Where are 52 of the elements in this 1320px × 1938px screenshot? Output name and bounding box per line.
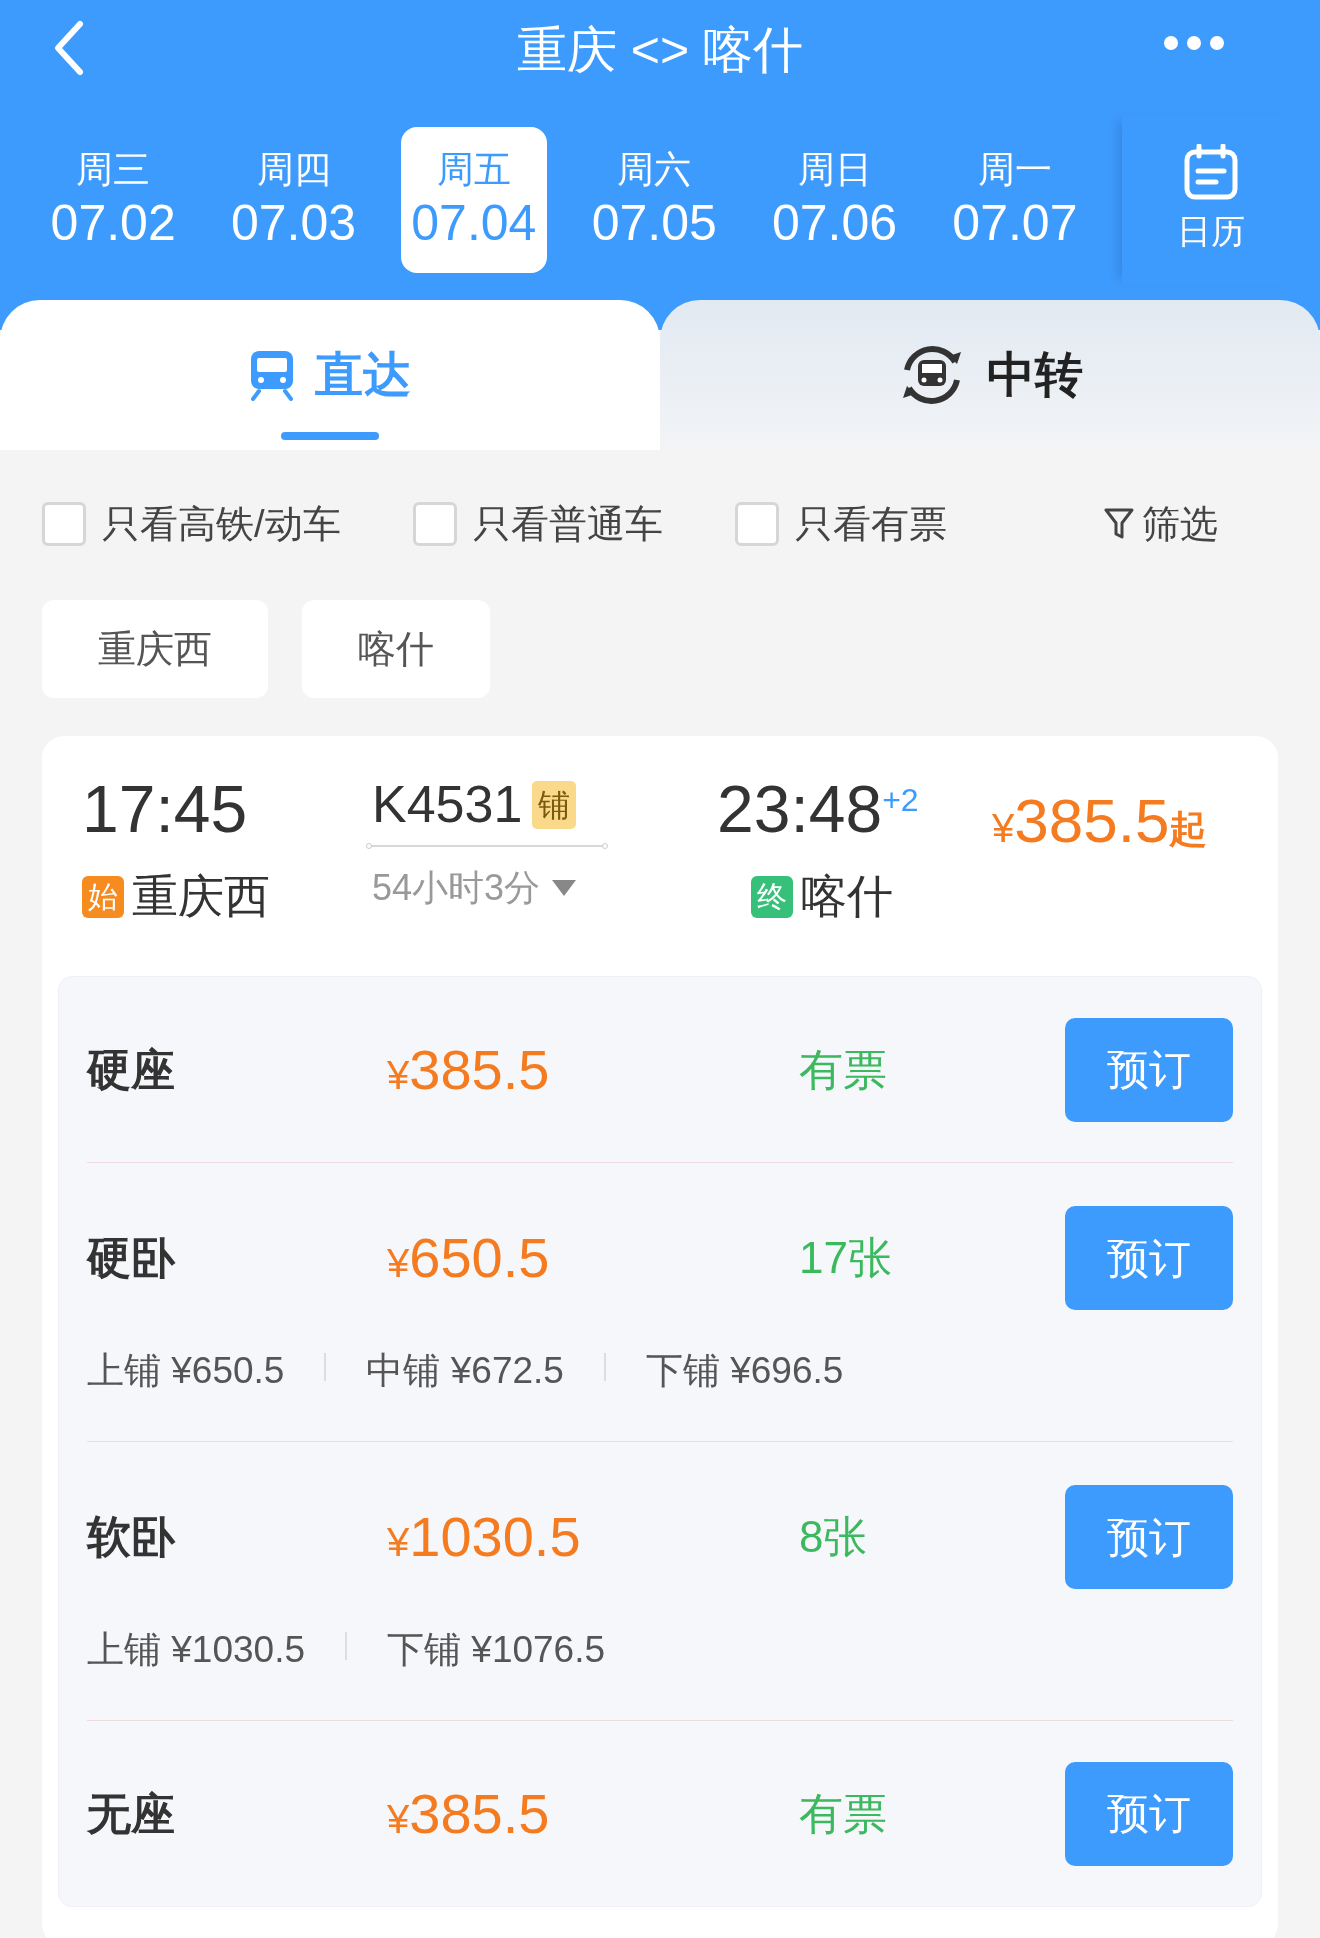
ticket-availability: 有票	[799, 1787, 888, 1840]
calendar-button[interactable]: 日历	[1122, 115, 1300, 285]
book-button[interactable]: 预订	[1065, 1017, 1233, 1122]
berth-price: 下铺 ¥696.5	[645, 1349, 844, 1393]
station-chip[interactable]: 喀什	[302, 600, 490, 698]
arrival-time: 23:48	[717, 776, 883, 842]
filter-checkbox[interactable]: 只看普通车	[412, 495, 663, 553]
seat-class: 硬座	[87, 1043, 176, 1096]
calendar-icon	[1184, 143, 1239, 200]
lowest-price: ¥385.5起	[992, 785, 1208, 857]
day-offset: +2	[882, 781, 919, 820]
date-tab[interactable]: 周五 07.04	[400, 127, 548, 273]
seat-class: 硬卧	[87, 1232, 177, 1284]
berth-price: 下铺 ¥1076.5	[387, 1628, 606, 1672]
train-icon	[249, 349, 295, 401]
seat-price: ¥650.5	[387, 1225, 551, 1291]
berth-price: 上铺 ¥1030.5	[87, 1628, 306, 1672]
route-tab[interactable]: 直达	[0, 300, 660, 450]
origin-badge: 始	[82, 875, 124, 918]
date-tab[interactable]: 周一 07.07	[941, 127, 1089, 273]
station-chip[interactable]: 重庆西	[42, 600, 268, 698]
departure-station: 重庆西	[132, 869, 270, 924]
caret-icon	[552, 880, 577, 897]
page-title: 重庆 <> 喀什	[516, 20, 804, 80]
berth-price: 中铺 ¥672.5	[366, 1349, 564, 1393]
duration-toggle[interactable]: 54小时3分	[372, 861, 577, 916]
date-tab[interactable]: 周四 07.03	[220, 127, 367, 273]
terminal-badge: 终	[751, 875, 793, 918]
berth-price: 上铺 ¥650.5	[87, 1349, 285, 1393]
filter-checkbox[interactable]: 只看高铁/动车	[42, 495, 341, 553]
berth-badge: 铺	[532, 780, 577, 829]
seat-price: ¥1030.5	[387, 1504, 582, 1570]
arrival-station: 喀什	[801, 869, 893, 924]
seat-class: 软卧	[87, 1511, 177, 1563]
date-tab[interactable]: 周六 07.05	[581, 127, 728, 273]
more-icon	[1163, 34, 1225, 51]
departure-time: 17:45	[82, 776, 249, 842]
ticket-availability: 17张	[799, 1232, 893, 1284]
book-button[interactable]: 预订	[1065, 1485, 1233, 1589]
ticket-availability: 8张	[799, 1511, 869, 1563]
filter-button[interactable]: 筛选	[1104, 495, 1218, 553]
book-button[interactable]: 预订	[1065, 1761, 1233, 1866]
book-button[interactable]: 预订	[1065, 1206, 1233, 1310]
filter-checkbox[interactable]: 只看有票	[734, 495, 947, 553]
seat-class: 无座	[87, 1787, 176, 1840]
train-number: K4531	[372, 776, 523, 834]
date-tab[interactable]: 周三 07.02	[40, 127, 187, 273]
seat-price: ¥385.5	[387, 1780, 551, 1847]
ticket-availability: 有票	[799, 1043, 888, 1096]
date-tab[interactable]: 周日 07.06	[761, 127, 908, 273]
seat-price: ¥385.5	[387, 1036, 551, 1103]
filter-icon	[1104, 507, 1134, 541]
